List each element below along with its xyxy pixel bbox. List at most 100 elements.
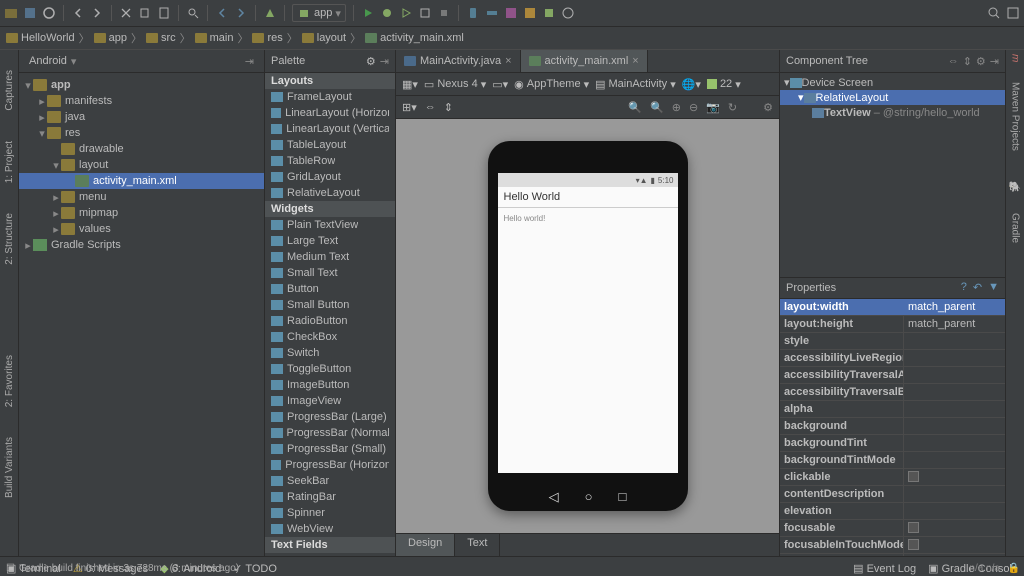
android2-icon[interactable] — [542, 6, 556, 20]
property-row[interactable]: alpha — [780, 401, 1005, 418]
tab-text[interactable]: Text — [455, 534, 500, 556]
zoom-in-icon[interactable]: ⊕ — [672, 101, 681, 114]
palette-list[interactable]: LayoutsFrameLayoutLinearLayout (Horizont… — [265, 73, 395, 556]
make-icon[interactable] — [263, 6, 277, 20]
property-row[interactable]: backgroundTint — [780, 435, 1005, 452]
help-icon[interactable]: ? — [961, 281, 967, 294]
property-row[interactable]: accessibilityTraversalBefore — [780, 384, 1005, 401]
property-row[interactable]: elevation — [780, 503, 1005, 520]
gear-icon[interactable]: ⚙ — [976, 55, 986, 68]
property-row[interactable]: backgroundTintMode — [780, 452, 1005, 469]
t1-icon[interactable] — [523, 6, 537, 20]
palette-item[interactable]: ProgressBar (Horizontal) — [265, 457, 395, 473]
run2-icon[interactable] — [399, 6, 413, 20]
palette-item[interactable]: LinearLayout (Horizontal) — [265, 105, 395, 121]
palette-category[interactable]: Text Fields — [265, 537, 395, 553]
collapse-icon[interactable] — [1006, 6, 1020, 20]
sdk-icon[interactable] — [485, 6, 499, 20]
lock-icon[interactable]: 🔒 — [1008, 563, 1020, 574]
palette-item[interactable]: FrameLayout — [265, 89, 395, 105]
palette-item[interactable]: ToggleButton — [265, 361, 395, 377]
undo-icon[interactable] — [71, 6, 85, 20]
palette-item[interactable]: ImageButton — [265, 377, 395, 393]
palette-item[interactable]: ImageView — [265, 393, 395, 409]
palette-item[interactable]: Plain TextView — [265, 217, 395, 233]
palette-item[interactable]: Switch — [265, 345, 395, 361]
search-everywhere-icon[interactable] — [987, 6, 1001, 20]
orientation-selector[interactable]: ▭▾ — [492, 78, 508, 91]
redo-icon[interactable] — [90, 6, 104, 20]
close-icon[interactable]: × — [505, 55, 511, 67]
filter-icon[interactable]: ▼ — [988, 281, 999, 294]
bc-1[interactable]: app — [92, 32, 129, 44]
help-icon[interactable] — [561, 6, 575, 20]
close-icon[interactable]: × — [632, 55, 638, 67]
zoom-out-icon[interactable]: ⊖ — [689, 101, 698, 114]
palette-item[interactable]: ProgressBar (Normal) — [265, 425, 395, 441]
run-icon[interactable] — [361, 6, 375, 20]
palette-item[interactable]: RadioButton — [265, 313, 395, 329]
component-tree[interactable]: ▾Device Screen ▾RelativeLayout TextView … — [780, 73, 1005, 122]
stop-icon[interactable] — [437, 6, 451, 20]
cut-icon[interactable] — [119, 6, 133, 20]
module-selector[interactable]: app ▾ — [292, 4, 346, 22]
property-row[interactable]: accessibilityTraversalAfter — [780, 367, 1005, 384]
property-row[interactable]: clickable — [780, 469, 1005, 486]
tool-captures[interactable]: Captures — [4, 70, 15, 111]
tool-gradle[interactable]: 🐘 — [1010, 181, 1021, 193]
property-row[interactable]: style — [780, 333, 1005, 350]
palette-item[interactable]: ProgressBar (Large) — [265, 409, 395, 425]
palette-item[interactable]: TableRow — [265, 153, 395, 169]
palette-category[interactable]: Widgets — [265, 201, 395, 217]
palette-item[interactable]: SeekBar — [265, 473, 395, 489]
palette-item[interactable]: Small Text — [265, 265, 395, 281]
property-row[interactable]: focusableInTouchMode — [780, 537, 1005, 554]
zoom-actual-icon[interactable]: 🔍 — [650, 101, 664, 114]
zoom-fit-icon[interactable]: 🔍 — [628, 101, 642, 114]
open-icon[interactable] — [4, 6, 18, 20]
property-row[interactable]: gravity[] — [780, 554, 1005, 557]
layout-preview[interactable]: ▾▲▮5:10 Hello World Hello world! ◁○□ — [396, 119, 779, 533]
bc-6[interactable]: activity_main.xml — [363, 32, 466, 44]
activity-selector[interactable]: ▤MainActivity▾ — [595, 78, 676, 91]
bc-4[interactable]: res — [250, 32, 284, 44]
toggle-grid-icon[interactable]: ⊞▾ — [402, 101, 417, 114]
settings-icon[interactable]: ⚙ — [763, 101, 773, 114]
tool-project[interactable]: 1: Project — [4, 141, 15, 183]
property-row[interactable]: layout:heightmatch_parent — [780, 316, 1005, 333]
property-row[interactable]: background — [780, 418, 1005, 435]
tab-mainactivity[interactable]: MainActivity.java× — [396, 50, 521, 72]
bc-5[interactable]: layout — [300, 32, 348, 44]
property-row[interactable]: accessibilityLiveRegion — [780, 350, 1005, 367]
palette-item[interactable]: Medium Text — [265, 249, 395, 265]
tool-event-log[interactable]: ▤ Event Log — [853, 562, 916, 575]
find-icon[interactable] — [186, 6, 200, 20]
tool-todo[interactable]: ✓ TODO — [233, 562, 277, 575]
reset-icon[interactable]: ↶ — [973, 281, 982, 294]
shrink-icon[interactable]: ⇕ — [444, 101, 453, 114]
palette-item[interactable]: LinearLayout (Vertical) — [265, 121, 395, 137]
api-selector[interactable]: 22▾ — [707, 78, 741, 91]
palette-category[interactable]: Layouts — [265, 73, 395, 89]
expand-icon[interactable]: ⇔ — [425, 101, 436, 113]
scope-selector[interactable]: Android — [29, 55, 67, 67]
locale-selector[interactable]: 🌐▾ — [682, 78, 701, 91]
property-row[interactable]: layout:widthmatch_parent — [780, 299, 1005, 316]
palette-item[interactable]: TableLayout — [265, 137, 395, 153]
back-icon[interactable] — [215, 6, 229, 20]
tool-build-variants[interactable]: Build Variants — [4, 437, 15, 498]
project-tree[interactable]: ▾app ▸manifests ▸java ▾res drawable ▾lay… — [19, 73, 264, 556]
avd-icon[interactable] — [466, 6, 480, 20]
palette-item[interactable]: Small Button — [265, 297, 395, 313]
tab-activity-main[interactable]: activity_main.xml× — [521, 50, 648, 72]
save-icon[interactable] — [23, 6, 37, 20]
tool-maven[interactable]: Maven Projects — [1010, 82, 1021, 151]
forward-icon[interactable] — [234, 6, 248, 20]
autoscroll-icon[interactable]: ⇥ — [245, 55, 254, 68]
property-row[interactable]: focusable — [780, 520, 1005, 537]
attach-icon[interactable] — [418, 6, 432, 20]
properties-table[interactable]: layout:widthmatch_parentlayout:heightmat… — [780, 299, 1005, 557]
copy-icon[interactable] — [138, 6, 152, 20]
paste-icon[interactable] — [157, 6, 171, 20]
screenshot-icon[interactable]: 📷 — [706, 101, 720, 114]
